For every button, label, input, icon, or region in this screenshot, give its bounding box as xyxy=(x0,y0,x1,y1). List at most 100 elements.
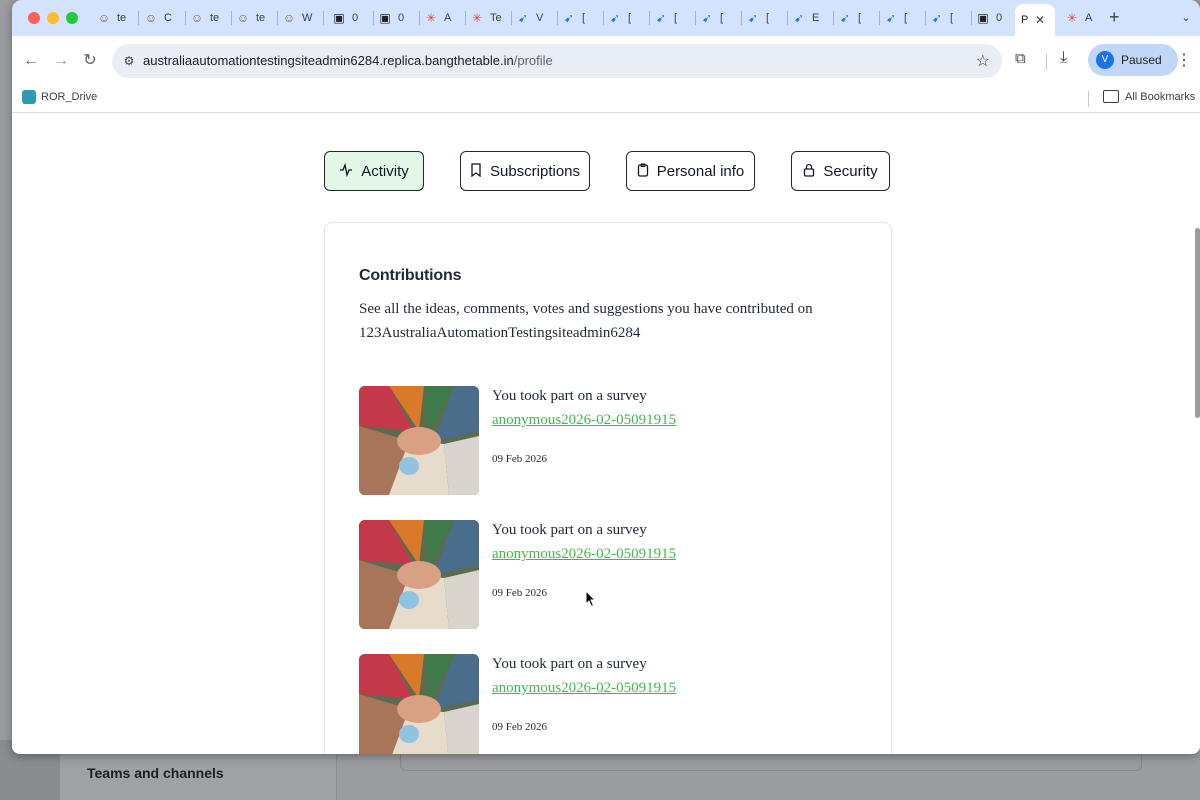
jira-icon: ➹ xyxy=(609,11,621,25)
more-menu-icon[interactable]: ⋮ xyxy=(1176,50,1192,70)
teams-and-channels-item[interactable]: Teams and channels xyxy=(60,752,337,800)
tab-title: [ xyxy=(720,12,724,24)
tab-separator xyxy=(695,11,696,25)
browser-tab[interactable]: ➹[ xyxy=(653,6,686,30)
tab-subscriptions[interactable]: Subscriptions xyxy=(460,151,590,191)
browser-tab[interactable]: ▣ 0 xyxy=(377,6,410,30)
browser-tab[interactable]: ➹[ xyxy=(837,6,870,30)
tab-separator xyxy=(787,11,788,25)
browser-tab[interactable]: ➹[ xyxy=(561,6,594,30)
browser-tab[interactable]: ✳ A xyxy=(423,6,456,30)
tab-security[interactable]: Security xyxy=(791,151,890,191)
drive-icon xyxy=(22,90,36,104)
url-text[interactable]: australiaautomationtestingsiteadmin6284.… xyxy=(143,53,553,68)
jira-icon: ➹ xyxy=(701,11,713,25)
browser-tab[interactable]: ➹[ xyxy=(745,6,778,30)
tab-title: [ xyxy=(582,12,586,24)
toolbar-divider xyxy=(1046,54,1047,70)
tab-separator xyxy=(557,11,558,25)
tab-separator xyxy=(185,11,186,25)
url-host: australiaautomationtestingsiteadmin6284.… xyxy=(143,53,514,68)
new-tab-button[interactable]: + xyxy=(1109,7,1120,28)
reload-button[interactable]: ↻ xyxy=(79,50,101,72)
robot-icon: ▣ xyxy=(333,11,345,25)
tab-security-label: Security xyxy=(823,162,878,180)
all-bookmarks-label: All Bookmarks xyxy=(1125,90,1196,103)
bookmarks-bar: ROR_Drive All Bookmarks xyxy=(12,86,1200,113)
contribution-link[interactable]: anonymous2026-02-05091915 xyxy=(492,412,676,429)
close-tab-icon[interactable]: ✕ xyxy=(1035,13,1045,27)
profile-button[interactable]: V Paused xyxy=(1088,44,1178,76)
fullscreen-window-button[interactable] xyxy=(66,12,78,24)
browser-tab[interactable]: ✳ Te xyxy=(469,6,502,30)
tab-subscriptions-label: Subscriptions xyxy=(489,162,581,180)
all-bookmarks-button[interactable]: All Bookmarks xyxy=(1103,90,1195,103)
jira-icon: ➹ xyxy=(563,11,575,25)
browser-tab[interactable]: ➹[ xyxy=(883,6,916,30)
hands-photo xyxy=(359,654,479,754)
survey-thumbnail[interactable] xyxy=(359,654,479,754)
tab-title: [ xyxy=(674,12,678,24)
tab-separator xyxy=(511,11,512,25)
tab-activity[interactable]: Activity xyxy=(324,151,424,191)
browser-tab[interactable]: ➹ V xyxy=(515,6,548,30)
tab-active-profile[interactable]: P ✕ xyxy=(1015,4,1055,36)
browser-tab[interactable]: ☺ te xyxy=(189,6,222,30)
tab-separator xyxy=(971,11,972,25)
browser-tab[interactable]: ▣ 0 xyxy=(975,6,1008,30)
forward-button[interactable]: → xyxy=(50,50,72,72)
tab-separator xyxy=(879,11,880,25)
back-button[interactable]: ← xyxy=(20,50,42,72)
contribution-link[interactable]: anonymous2026-02-05091915 xyxy=(492,546,676,563)
jira-icon: ➹ xyxy=(517,11,529,25)
jira-icon: ➹ xyxy=(655,11,667,25)
browser-tab[interactable]: ➹[ xyxy=(699,6,732,30)
browser-tab[interactable]: ➹[ xyxy=(607,6,640,30)
bookmark-icon xyxy=(470,162,482,180)
tab-separator xyxy=(323,11,324,25)
tab-title: V xyxy=(536,12,544,24)
tab-search-button[interactable]: ⌄ xyxy=(1176,8,1196,28)
teams-and-channels-label: Teams and channels xyxy=(87,765,224,781)
tab-title: 0 xyxy=(996,12,1003,24)
contribution-link[interactable]: anonymous2026-02-05091915 xyxy=(492,680,676,697)
tab-strip: ☺ te ☺ C ☺ te ☺ te ☺ W ▣ 0 ▣ 0 ✳ A ✳ Te ➹ V ➹[➹[➹[➹[➹[➹ E ➹[➹[… xyxy=(12,0,1200,36)
bookmark-ror-drive[interactable]: ROR_Drive xyxy=(22,90,97,104)
jira-icon: ➹ xyxy=(793,11,805,25)
address-bar[interactable]: ⚙ australiaautomationtestingsiteadmin628… xyxy=(112,44,1002,78)
folder-icon xyxy=(1103,90,1119,103)
page-scrollbar[interactable] xyxy=(1195,228,1200,418)
bookmark-star-icon[interactable]: ☆ xyxy=(976,51,990,71)
browser-tab[interactable]: ☺ te xyxy=(235,6,268,30)
browser-tab[interactable]: ☺ te xyxy=(96,6,129,30)
contribution-date: 09 Feb 2026 xyxy=(492,721,547,733)
browser-tab[interactable]: ▣ 0 xyxy=(331,6,364,30)
browser-tab[interactable]: ➹[ xyxy=(929,6,962,30)
contributions-title: Contributions xyxy=(359,267,462,284)
profile-avatar: V xyxy=(1096,51,1114,69)
tab-personal-info[interactable]: Personal info xyxy=(626,151,755,191)
hands-photo xyxy=(359,386,479,495)
tab-title: 0 xyxy=(352,12,359,24)
hands-photo xyxy=(359,520,479,629)
close-window-button[interactable] xyxy=(28,12,40,24)
survey-thumbnail[interactable] xyxy=(359,520,479,629)
background-left-strip xyxy=(0,0,12,800)
tab-title: W xyxy=(302,12,313,24)
download-icon[interactable]: ⤓ xyxy=(1060,49,1067,67)
browser-tab[interactable]: ➹ E xyxy=(791,6,824,30)
tab-title: [ xyxy=(904,12,908,24)
site-info-icon[interactable]: ⚙ xyxy=(120,52,138,70)
lock-icon xyxy=(803,163,815,180)
contributions-description: See all the ideas, comments, votes and s… xyxy=(359,301,813,341)
browser-tab[interactable]: ☺ C xyxy=(143,6,176,30)
tab-activity-label: Activity xyxy=(361,162,409,180)
extensions-icon[interactable]: ⧉ xyxy=(1015,50,1026,67)
tab-separator xyxy=(138,11,139,25)
contributions-card: Contributions See all the ideas, comment… xyxy=(324,222,892,754)
minimize-window-button[interactable] xyxy=(47,12,59,24)
tab-after-active[interactable]: ✳ A xyxy=(1064,6,1097,30)
tab-separator xyxy=(833,11,834,25)
browser-tab[interactable]: ☺ W xyxy=(281,6,314,30)
survey-thumbnail[interactable] xyxy=(359,386,479,495)
